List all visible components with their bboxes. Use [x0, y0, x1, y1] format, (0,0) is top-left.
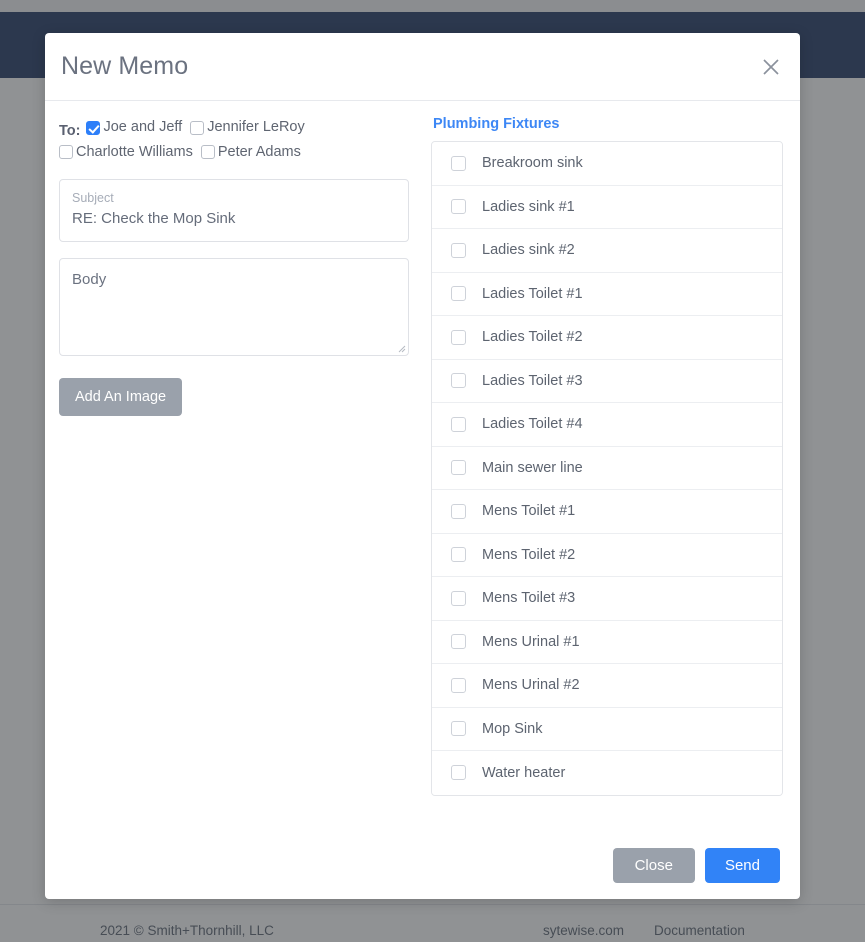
- recipient-checkbox-jennifer-leroy[interactable]: [190, 120, 205, 135]
- fixture-checkbox[interactable]: [451, 329, 466, 345]
- fixture-row[interactable]: Water heater: [432, 751, 782, 795]
- recipient-charlotte-williams[interactable]: Charlotte Williams: [59, 142, 193, 163]
- fixture-checkbox[interactable]: [451, 416, 466, 432]
- fixture-checkbox[interactable]: [451, 199, 466, 215]
- fixture-row[interactable]: Ladies Toilet #1: [432, 272, 782, 316]
- fixture-row[interactable]: Mens Toilet #2: [432, 533, 782, 577]
- fixture-row[interactable]: Mens Urinal #2: [432, 664, 782, 708]
- fixture-label: Ladies Toilet #3: [482, 372, 583, 389]
- fixture-checkbox[interactable]: [451, 547, 466, 563]
- fixture-row[interactable]: Mens Urinal #1: [432, 620, 782, 664]
- recipient-label: Charlotte Williams: [76, 143, 193, 160]
- plumbing-fixtures-column: Plumbing Fixtures Breakroom sink Ladies s…: [431, 115, 783, 796]
- fixture-label: Ladies Toilet #2: [482, 329, 583, 346]
- fixture-label: Ladies sink #1: [482, 198, 575, 215]
- recipient-label: Jennifer LeRoy: [207, 119, 305, 135]
- recipient-joe-and-jeff[interactable]: Joe and Jeff: [86, 117, 182, 138]
- fixture-checkbox[interactable]: [451, 155, 466, 171]
- fixture-checkbox[interactable]: [451, 460, 466, 476]
- new-memo-modal: New Memo To: Joe and Jeff Jennifer LeRoy: [45, 33, 800, 899]
- fixture-label: Mens Toilet #2: [482, 546, 576, 563]
- fixture-label: Mens Urinal #1: [482, 633, 580, 650]
- fixture-row[interactable]: Ladies Toilet #4: [432, 403, 782, 447]
- fixture-row[interactable]: Ladies sink #2: [432, 229, 782, 273]
- send-button[interactable]: Send: [704, 847, 780, 883]
- fixture-label: Mens Toilet #3: [482, 590, 576, 607]
- close-icon: [763, 58, 779, 75]
- fixture-label: Mop Sink: [482, 720, 543, 737]
- recipient-checkbox-charlotte-williams[interactable]: [59, 145, 73, 159]
- to-label: To:: [59, 122, 81, 139]
- subject-input[interactable]: RE: Check the Mop Sink: [72, 208, 396, 230]
- recipient-jennifer-leroy[interactable]: Jennifer LeRoy: [190, 117, 305, 138]
- fixture-checkbox[interactable]: [451, 286, 466, 302]
- fixture-row[interactable]: Main sewer line: [432, 446, 782, 490]
- fixture-checkbox[interactable]: [451, 721, 466, 737]
- fixture-checkbox[interactable]: [451, 765, 466, 781]
- recipient-peter-adams[interactable]: Peter Adams: [200, 142, 301, 163]
- recipients-row-2: Charlotte Williams Peter Adams: [59, 142, 439, 166]
- fixture-row[interactable]: Ladies Toilet #2: [432, 316, 782, 360]
- fixture-row[interactable]: Ladies Toilet #3: [432, 359, 782, 403]
- fixture-checkbox[interactable]: [451, 677, 466, 693]
- body-textarea[interactable]: Body: [59, 258, 409, 356]
- resize-handle-icon[interactable]: [394, 341, 406, 353]
- fixture-checkbox[interactable]: [451, 373, 466, 389]
- fixture-label: Mens Urinal #2: [482, 677, 580, 694]
- fixture-label: Ladies sink #2: [482, 242, 575, 259]
- fixture-checkbox[interactable]: [451, 590, 466, 606]
- modal-body: To: Joe and Jeff Jennifer LeRoy Charlott…: [45, 101, 800, 831]
- close-modal-button[interactable]: [756, 52, 786, 82]
- subject-field[interactable]: Subject RE: Check the Mop Sink: [59, 179, 409, 242]
- fixture-label: Mens Toilet #1: [482, 503, 576, 520]
- fixture-row[interactable]: Mens Toilet #1: [432, 490, 782, 534]
- modal-footer: Close Send: [45, 831, 800, 899]
- fixture-label: Water heater: [482, 764, 566, 781]
- recipients-group: To: Joe and Jeff Jennifer LeRoy Charlott…: [59, 115, 439, 165]
- fixture-label: Breakroom sink: [482, 155, 583, 172]
- add-image-row: Add An Image: [59, 378, 439, 416]
- fixture-label: Ladies Toilet #4: [482, 416, 583, 433]
- memo-compose-column: To: Joe and Jeff Jennifer LeRoy Charlott…: [59, 115, 439, 416]
- fixture-checkbox[interactable]: [451, 634, 466, 650]
- body-placeholder: Body: [72, 271, 107, 288]
- fixture-checkbox[interactable]: [451, 503, 466, 519]
- fixture-row[interactable]: Breakroom sink: [432, 142, 782, 186]
- add-an-image-button[interactable]: Add An Image: [59, 378, 183, 416]
- fixture-checkbox[interactable]: [451, 242, 466, 258]
- close-button[interactable]: Close: [612, 847, 695, 883]
- subject-legend: Subject: [72, 191, 114, 205]
- recipient-label: Joe and Jeff: [103, 119, 183, 135]
- fixture-list: Breakroom sink Ladies sink #1 Ladies sink …: [431, 141, 783, 796]
- plumbing-fixtures-heading[interactable]: Plumbing Fixtures: [433, 115, 783, 133]
- fixture-row[interactable]: Mop Sink: [432, 707, 782, 751]
- recipient-checkbox-peter-adams[interactable]: [200, 145, 215, 159]
- fixture-row[interactable]: Ladies sink #1: [432, 185, 782, 229]
- fixture-row[interactable]: Mens Toilet #3: [432, 577, 782, 621]
- fixture-label: Main sewer line: [482, 459, 583, 476]
- fixture-label: Ladies Toilet #1: [482, 285, 583, 302]
- recipient-checkbox-joe-and-jeff[interactable]: [86, 120, 101, 135]
- modal-title: New Memo: [61, 52, 189, 80]
- recipient-label: Peter Adams: [217, 143, 301, 160]
- modal-header: New Memo: [45, 33, 800, 101]
